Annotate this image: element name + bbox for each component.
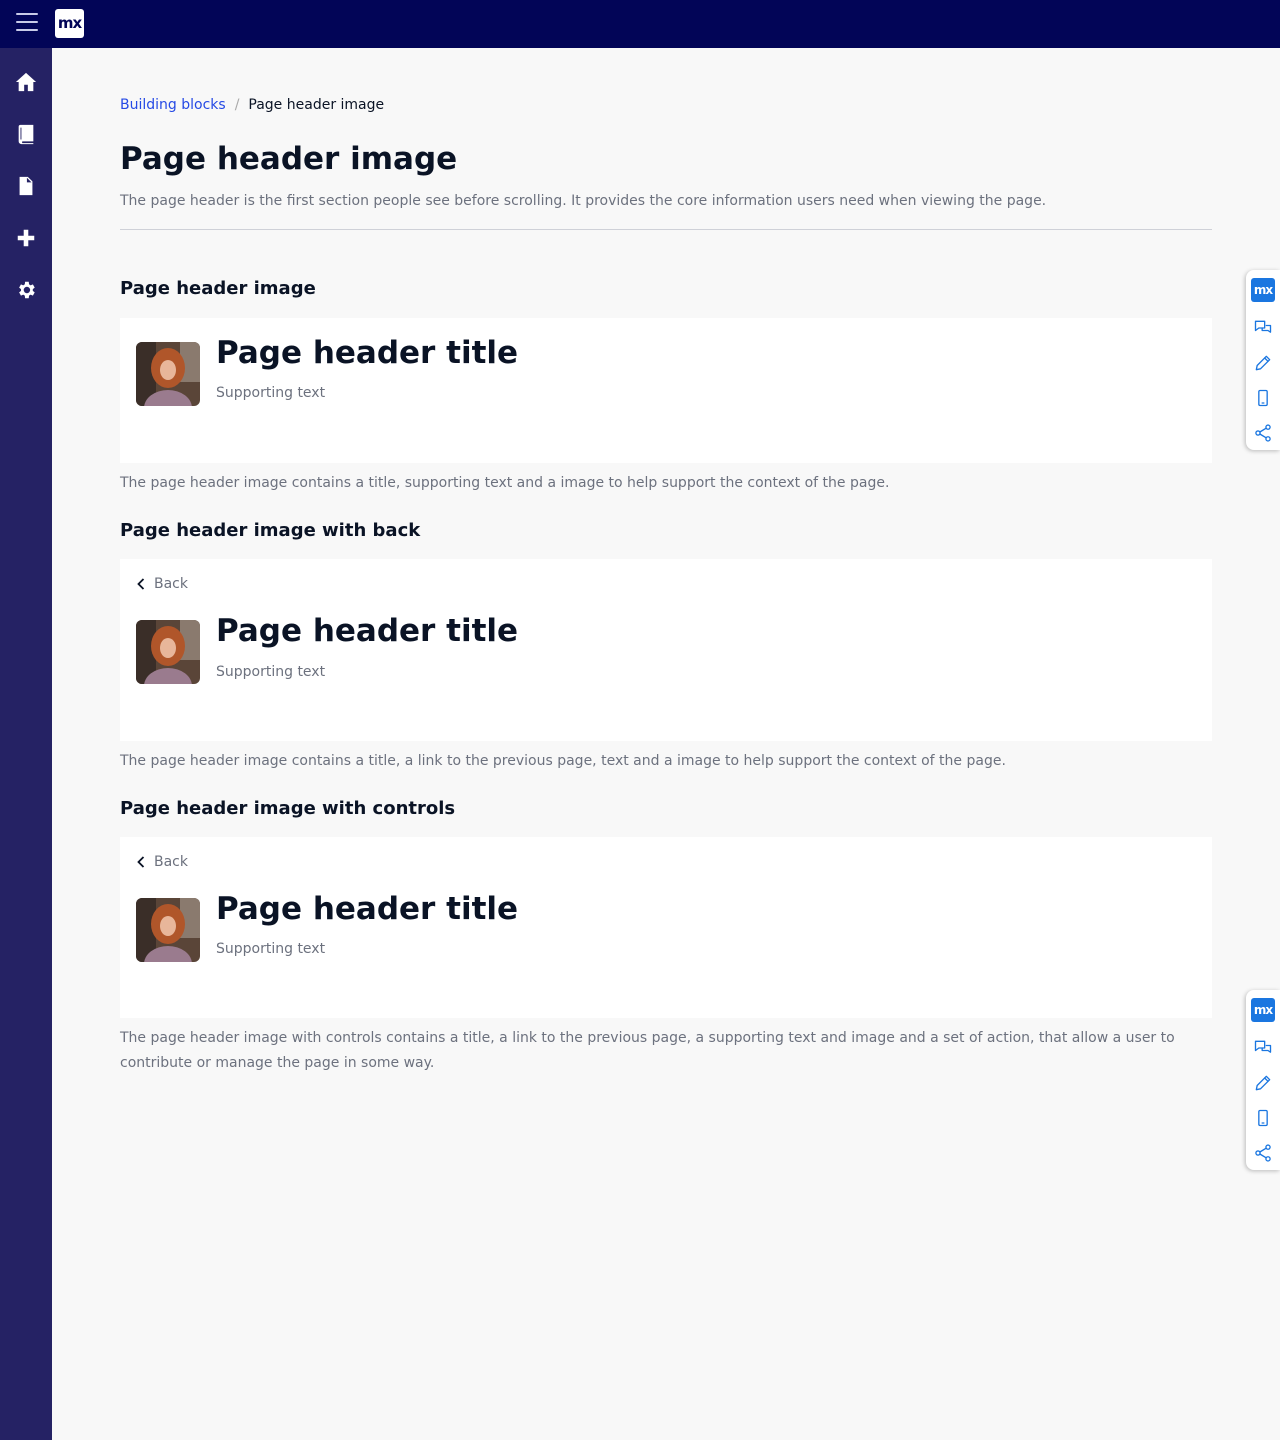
pencil-icon [1255,1075,1271,1090]
mobile-icon [1258,389,1268,406]
edit-button[interactable] [1246,1065,1280,1100]
pencil-icon [1255,355,1271,370]
back-label: Back [154,854,188,870]
sidebar-item-add[interactable] [0,212,52,264]
avatar-image [136,620,200,684]
sidebar-item-home[interactable] [0,56,52,108]
book-icon [18,124,34,145]
plus-icon [17,229,35,247]
card-title: Page header title [216,335,519,371]
section-description: The page header image contains a title, … [120,475,890,491]
floating-toolbar: mx [1246,270,1280,450]
card-title: Page header title [216,891,519,927]
share-button[interactable] [1246,415,1280,450]
share-button[interactable] [1246,1135,1280,1170]
back-label: Back [154,576,188,592]
card-supporting-text: Supporting text [216,385,326,401]
page-header-card: Back Page header title Supporting text [120,837,1212,1018]
page-header-card: Back Page header title Supporting text [120,559,1212,741]
home-icon [15,72,37,92]
gear-icon [19,281,35,299]
share-icon [1255,423,1271,442]
feedback-button[interactable] [1246,1030,1280,1065]
chevron-left-icon [136,856,146,868]
section-description: The page header image with controls cont… [120,1030,1175,1071]
breadcrumb-current: Page header image [248,97,385,113]
mx-logo-button[interactable]: mx [1246,990,1280,1030]
mobile-preview-button[interactable] [1246,1100,1280,1135]
back-link[interactable]: Back [136,576,188,592]
floating-toolbar: mx [1246,990,1280,1170]
back-link[interactable]: Back [136,854,188,870]
sidebar-item-settings[interactable] [0,264,52,316]
mx-logo-button[interactable]: mx [1246,270,1280,310]
avatar-image [136,342,200,406]
sidebar-item-book[interactable] [0,108,52,160]
avatar [136,898,200,962]
page-description: The page header is the first section peo… [120,193,1047,209]
breadcrumb-link-building-blocks[interactable]: Building blocks [120,97,226,113]
sidebar [0,48,52,1440]
section-title: Page header image with back [120,520,421,541]
chevron-left-icon [136,578,146,590]
section-title: Page header image [120,278,316,299]
breadcrumb-separator: / [234,97,240,113]
mx-logo: mx [1251,998,1275,1022]
sidebar-item-document[interactable] [0,160,52,212]
page-title: Page header image [120,141,458,177]
section-description: The page header image contains a title, … [120,753,1006,769]
divider [120,229,1212,230]
mx-logo: mx [1251,278,1275,302]
document-icon [19,176,33,196]
breadcrumb: Building blocks / Page header image [120,97,384,113]
card-title: Page header title [216,613,519,649]
card-supporting-text: Supporting text [216,664,326,680]
mobile-preview-button[interactable] [1246,380,1280,415]
main-content: Building blocks / Page header image Page h… [52,48,1280,1440]
edit-button[interactable] [1246,345,1280,380]
share-icon [1255,1143,1271,1162]
card-supporting-text: Supporting text [216,941,326,957]
section-title: Page header image with controls [120,798,456,819]
feedback-button[interactable] [1246,310,1280,345]
hamburger-icon[interactable] [16,13,38,33]
avatar [136,342,200,406]
chat-icon [1254,320,1272,333]
avatar-image [136,898,200,962]
chat-icon [1254,1040,1272,1053]
app-logo[interactable]: mx [55,9,84,38]
page-header-card: Page header title Supporting text [120,318,1212,463]
avatar [136,620,200,684]
top-bar: mx [0,0,1280,48]
mobile-icon [1258,1109,1268,1126]
